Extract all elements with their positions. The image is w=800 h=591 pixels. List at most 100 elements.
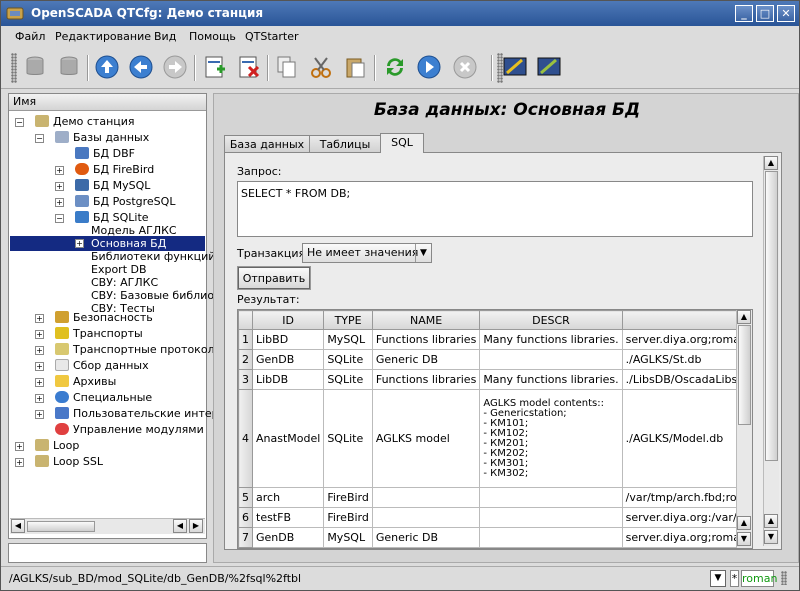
resize-grip[interactable] xyxy=(781,571,787,585)
tree-expander[interactable]: + xyxy=(35,410,44,419)
cell-name[interactable]: Functions libraries xyxy=(371,369,481,390)
cell-id[interactable]: LibBD xyxy=(251,329,325,350)
cell-type[interactable]: SQLite xyxy=(323,349,373,370)
scroll-up-icon[interactable]: ▲ xyxy=(737,516,751,530)
tree-expander[interactable]: + xyxy=(55,166,64,175)
tree-item-data-acquisition[interactable]: Сбор данных xyxy=(55,358,149,373)
tree-item-module-management[interactable]: Управление модулями xyxy=(55,422,204,437)
cell-descr[interactable] xyxy=(479,349,623,370)
tree-item-transports[interactable]: Транспорты xyxy=(55,326,143,341)
cell-type[interactable]: SQLite xyxy=(323,389,373,488)
tree-expander[interactable]: + xyxy=(55,198,64,207)
cell-descr[interactable]: Many functions libraries. xyxy=(479,369,623,390)
start-icon[interactable] xyxy=(415,53,443,81)
cell-id[interactable]: testFB xyxy=(251,507,325,528)
tab-sql[interactable]: SQL xyxy=(380,133,424,153)
stop-icon[interactable] xyxy=(451,53,479,81)
chevron-down-icon[interactable]: ▼ xyxy=(415,244,431,262)
cell-descr[interactable] xyxy=(479,507,623,528)
scroll-thumb[interactable] xyxy=(738,325,751,425)
scroll-down-icon[interactable]: ▼ xyxy=(764,530,778,544)
delete-item-icon[interactable] xyxy=(235,53,263,81)
menu-file[interactable]: Файл xyxy=(15,30,45,43)
scroll-thumb[interactable] xyxy=(27,521,95,532)
tree-item-loop-ssl[interactable]: Loop SSL xyxy=(35,454,103,469)
db-save-icon[interactable] xyxy=(55,53,83,81)
tree-item-demo-station[interactable]: Демо станция xyxy=(35,114,135,129)
cut-icon[interactable] xyxy=(307,53,335,81)
tree-horizontal-scrollbar[interactable]: ◀ ◀ ▶ xyxy=(10,518,205,534)
cell-addr[interactable]: ./LibsDB/OscadaLibs.db xyxy=(621,369,752,390)
panel-vertical-scrollbar[interactable]: ▲ ▲ ▼ xyxy=(763,156,779,546)
tree-expander[interactable]: − xyxy=(55,214,64,223)
tree-expander[interactable]: + xyxy=(35,346,44,355)
tab-database[interactable]: База данных xyxy=(224,135,310,153)
tree-item-archives[interactable]: Архивы xyxy=(55,374,116,389)
vision-tool-icon[interactable] xyxy=(501,53,529,81)
cell-name[interactable]: Generic DB xyxy=(371,527,481,548)
send-button[interactable]: Отправить xyxy=(238,267,310,289)
query-input[interactable]: SELECT * FROM DB; xyxy=(237,181,753,237)
cell-addr[interactable]: server.diya.org:/var/tmp/t xyxy=(621,507,752,528)
column-header-id[interactable]: ID xyxy=(251,310,325,330)
tab-tables[interactable]: Таблицы xyxy=(309,135,381,153)
cell-descr[interactable] xyxy=(479,487,623,508)
cell-descr[interactable]: Many functions libraries. xyxy=(479,329,623,350)
cell-name[interactable] xyxy=(371,487,481,508)
cell-addr[interactable]: ./AGLKS/St.db xyxy=(621,349,752,370)
tree-item-user-interfaces[interactable]: Пользовательские интер xyxy=(55,406,219,421)
tree-expander[interactable]: + xyxy=(15,442,24,451)
tree-item-db-firebird[interactable]: БД FireBird xyxy=(75,162,154,177)
cell-descr[interactable]: AGLKS model contents:: - Genericstation;… xyxy=(479,389,623,488)
cell-type[interactable]: FireBird xyxy=(323,487,373,508)
tree-expander[interactable]: + xyxy=(55,182,64,191)
table-row[interactable]: 6 testFB FireBird server.diya.org:/var/t… xyxy=(238,507,752,528)
cell-addr[interactable]: server.diya.org;roman;123 xyxy=(621,329,752,350)
scroll-thumb[interactable] xyxy=(765,171,778,461)
scroll-up-icon[interactable]: ▲ xyxy=(737,310,751,324)
table-row[interactable]: 3 LibDB SQLite Functions libraries Many … xyxy=(238,369,752,390)
tree-expander[interactable]: + xyxy=(35,378,44,387)
tree-filter-input[interactable] xyxy=(8,543,207,563)
menu-view[interactable]: Вид xyxy=(154,30,176,43)
tree-item-loop[interactable]: Loop xyxy=(35,438,79,453)
close-button[interactable]: ✕ xyxy=(777,5,795,22)
tree-item-security[interactable]: Безопасность xyxy=(55,310,153,325)
tree-expander[interactable]: + xyxy=(35,362,44,371)
cell-id[interactable]: arch xyxy=(251,487,325,508)
cell-name[interactable]: Generic DB xyxy=(371,349,481,370)
scroll-left-icon[interactable]: ◀ xyxy=(173,519,187,533)
table-row[interactable]: 7 GenDB MySQL Generic DB server.diya.org… xyxy=(238,527,752,548)
scroll-up-icon[interactable]: ▲ xyxy=(764,514,778,528)
scroll-left-icon[interactable]: ◀ xyxy=(11,519,25,533)
cell-name[interactable] xyxy=(371,507,481,528)
table-row[interactable]: 1 LibBD MySQL Functions libraries Many f… xyxy=(238,329,752,350)
minimize-button[interactable]: _ xyxy=(735,5,753,22)
cell-type[interactable]: FireBird xyxy=(323,507,373,528)
scroll-right-icon[interactable]: ▶ xyxy=(189,519,203,533)
tree-expander[interactable]: + xyxy=(35,314,44,323)
cell-addr[interactable]: ./AGLKS/Model.db xyxy=(621,389,752,488)
maximize-button[interactable]: □ xyxy=(756,5,774,22)
cell-descr[interactable] xyxy=(479,527,623,548)
tree-item-transport-protocols[interactable]: Транспортные протоколы xyxy=(55,342,223,357)
cell-type[interactable]: MySQL xyxy=(323,329,373,350)
tree-item-specials[interactable]: Специальные xyxy=(55,390,152,405)
cell-id[interactable]: GenDB xyxy=(251,527,325,548)
column-header-descr[interactable]: DESCR xyxy=(479,310,623,330)
tree-expander[interactable]: − xyxy=(15,118,24,127)
forward-icon[interactable] xyxy=(161,53,189,81)
copy-icon[interactable] xyxy=(273,53,301,81)
column-header-name[interactable]: NAME xyxy=(371,310,481,330)
toolbar-grip[interactable] xyxy=(11,53,17,83)
scroll-down-icon[interactable]: ▼ xyxy=(737,532,751,546)
table-row[interactable]: 5 arch FireBird /var/tmp/arch.fbd;roman;… xyxy=(238,487,752,508)
up-icon[interactable] xyxy=(93,53,121,81)
cell-id[interactable]: AnastModel xyxy=(251,389,325,488)
table-row[interactable]: 2 GenDB SQLite Generic DB ./AGLKS/St.db xyxy=(238,349,752,370)
tree-item-db-mysql[interactable]: БД MySQL xyxy=(75,178,150,193)
cell-name[interactable]: AGLKS model xyxy=(371,389,481,488)
cell-addr[interactable]: server.diya.org;roman;123 xyxy=(621,527,752,548)
menu-qtstarter[interactable]: QTStarter xyxy=(245,30,299,43)
scroll-up-icon[interactable]: ▲ xyxy=(764,156,778,170)
